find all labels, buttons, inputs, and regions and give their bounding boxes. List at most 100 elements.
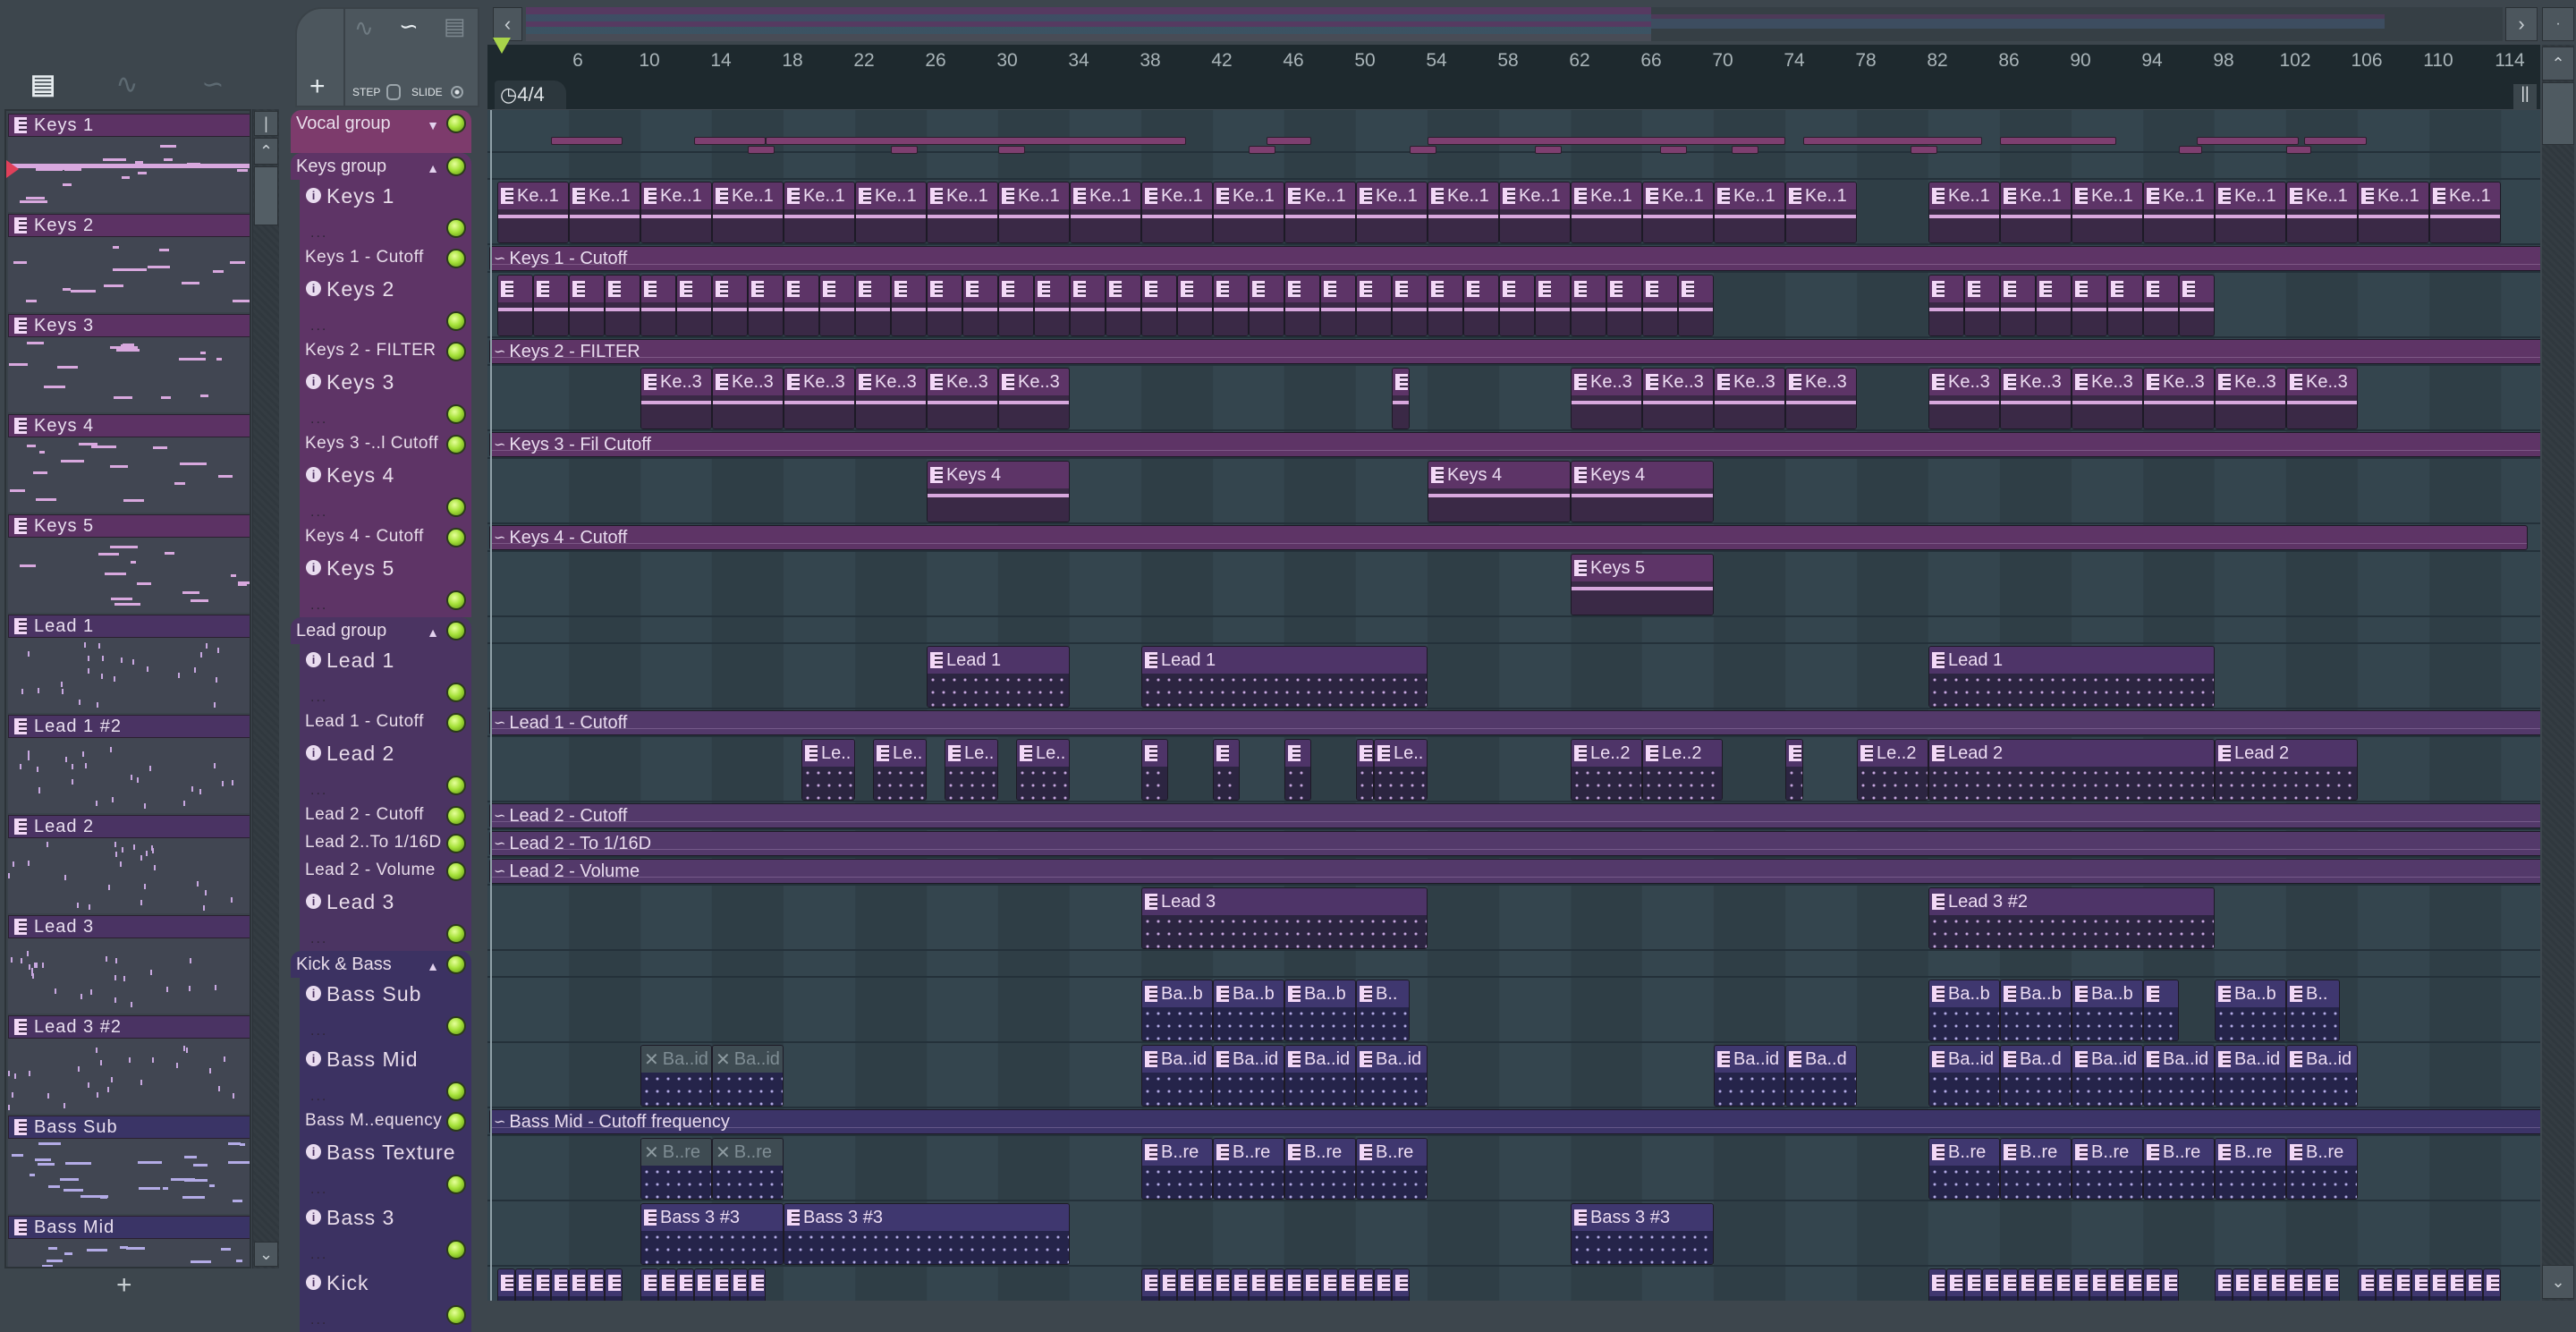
pattern-clip[interactable]: B.. <box>1356 980 1410 1041</box>
pattern-clip[interactable]: Ke..1 <box>998 182 1070 243</box>
scroll-left-button[interactable]: ‹ <box>493 7 522 41</box>
track-info-icon[interactable]: i <box>306 652 321 667</box>
pattern-clip[interactable] <box>1356 1268 1374 1301</box>
pattern-clip[interactable]: Lead 2 <box>1928 739 2215 801</box>
pattern-clip[interactable]: Ba..b <box>2215 980 2286 1041</box>
track-menu-dots[interactable]: ... <box>310 1247 327 1263</box>
pattern-clip[interactable] <box>998 275 1034 336</box>
pattern-clip[interactable]: B..re <box>1141 1138 1213 1200</box>
pattern-clip[interactable] <box>1785 739 1803 801</box>
automation-clip[interactable]: ∽ Keys 4 - Cutoff <box>489 525 2528 550</box>
pattern-clip[interactable] <box>640 275 676 336</box>
scroll-down-button[interactable]: ⌄ <box>2542 1265 2574 1299</box>
pattern-clip[interactable]: Ba..id <box>1714 1045 1785 1107</box>
track-info-icon[interactable]: i <box>306 986 321 1001</box>
pattern-clip[interactable]: Ke..3 <box>2143 368 2215 429</box>
mini-clip[interactable] <box>2000 137 2116 145</box>
track-info-icon[interactable]: i <box>306 560 321 575</box>
pattern-clip[interactable] <box>2143 980 2179 1041</box>
pattern-clip[interactable]: Ba..id <box>2286 1045 2358 1107</box>
pattern-clip[interactable] <box>1392 275 1428 336</box>
pattern-clip[interactable]: B..re <box>2215 1138 2286 1200</box>
pattern-clip[interactable]: Le.. <box>873 739 927 801</box>
track-menu-dots[interactable]: ... <box>310 598 327 614</box>
pattern-clip[interactable]: ✕ B..re <box>712 1138 784 1200</box>
mini-clip[interactable] <box>1428 137 1785 145</box>
track-header[interactable]: i Lead 3... <box>300 886 471 951</box>
track-info-icon[interactable]: i <box>306 1275 321 1290</box>
track-info-icon[interactable]: i <box>306 1209 321 1225</box>
pattern-clip[interactable]: Ke..1 <box>640 182 712 243</box>
pattern-clip[interactable] <box>2143 1268 2161 1301</box>
track-header[interactable]: Lead 2 - Cutoff <box>300 802 471 830</box>
track-lane[interactable]: ∽ Keys 4 - Cutoff <box>487 524 2540 552</box>
track-lane[interactable]: Bass 3 #3 Bass 3 #3 Bass 3 #3 <box>487 1201 2540 1267</box>
scroll-up-button[interactable]: ⌃ <box>2542 47 2574 81</box>
pattern-clip[interactable]: Keys 4 <box>927 461 1070 522</box>
pattern-clip[interactable] <box>1267 1268 1284 1301</box>
pattern-clip[interactable]: B..re <box>2286 1138 2358 1200</box>
pattern-clip[interactable] <box>1320 1268 1338 1301</box>
pattern-clip[interactable] <box>2000 275 2036 336</box>
pattern-clip[interactable]: Ke..1 <box>855 182 927 243</box>
pattern-clip[interactable] <box>1338 1268 1356 1301</box>
track-header[interactable]: Kick & Bass ▲ <box>291 951 471 978</box>
pattern-clip[interactable] <box>2179 275 2215 336</box>
pattern-clip[interactable]: B..re <box>1356 1138 1428 1200</box>
track-lane[interactable]: Keys 4 Keys 4 Keys 4 <box>487 459 2540 524</box>
pattern-clip[interactable] <box>533 1268 551 1301</box>
pattern-clip[interactable] <box>2233 1268 2250 1301</box>
pattern-clip[interactable]: Ba..id <box>1356 1045 1428 1107</box>
track-lane[interactable]: Le.. Le.. Le.. Le.. Le.. Le..2 Le..2 Le..2 Lead … <box>487 737 2540 802</box>
picker-scroll-down[interactable]: ⌄ <box>254 1242 278 1267</box>
track-header[interactable]: Vocal group ▼ <box>291 110 471 153</box>
track-lane[interactable] <box>487 1267 2540 1301</box>
track-mute-led[interactable] <box>446 249 466 268</box>
pattern-clip[interactable]: B..re <box>1213 1138 1284 1200</box>
automation-clip[interactable]: ∽ Keys 1 - Cutoff <box>489 246 2540 271</box>
track-header[interactable]: i Bass 3... <box>300 1201 471 1267</box>
pattern-clip[interactable]: Ke..1 <box>1070 182 1141 243</box>
pattern-clip[interactable] <box>1642 275 1678 336</box>
track-lane[interactable]: ∽ Lead 1 - Cutoff <box>487 709 2540 737</box>
pattern-clip[interactable] <box>891 275 927 336</box>
track-lane[interactable] <box>487 153 2540 180</box>
pattern-clip[interactable]: Ke..3 <box>1785 368 1857 429</box>
pattern-clip[interactable] <box>1284 275 1320 336</box>
pattern-clip[interactable]: Lead 1 <box>1141 646 1428 708</box>
pattern-clip[interactable] <box>497 275 533 336</box>
picker-item-header[interactable]: Lead 3 <box>8 915 250 938</box>
pattern-clip[interactable] <box>1070 275 1106 336</box>
pattern-clip[interactable] <box>1177 1268 1195 1301</box>
collapse-down-icon[interactable]: ▼ <box>427 118 439 132</box>
picker-item-header[interactable]: Lead 1 <box>8 615 250 638</box>
pattern-clip[interactable] <box>1463 275 1499 336</box>
track-lane[interactable]: Lead 3 Lead 3 #2 <box>487 886 2540 951</box>
vertical-scrollbar[interactable]: ⌃ ⌄ <box>2542 45 2574 1301</box>
pattern-clip[interactable]: Ba..id <box>1141 1045 1213 1107</box>
pattern-clip[interactable]: Ke..1 <box>784 182 855 243</box>
pattern-clip[interactable] <box>1302 1268 1320 1301</box>
pattern-clip[interactable] <box>1928 275 1964 336</box>
pattern-clip[interactable] <box>2143 275 2179 336</box>
track-lane[interactable]: ∽ Keys 3 - Fil Cutoff <box>487 431 2540 459</box>
track-info-icon[interactable]: i <box>306 281 321 296</box>
track-lane[interactable]: ✕ B..re ✕ B..re B..re B..re B..re B..re B..re B..… <box>487 1136 2540 1201</box>
pattern-clip[interactable]: Ke..1 <box>497 182 569 243</box>
track-menu-dots[interactable]: ... <box>310 1023 327 1039</box>
pattern-clip[interactable] <box>694 1268 712 1301</box>
track-header[interactable]: i Kick... <box>300 1267 471 1332</box>
pattern-clip[interactable] <box>2268 1268 2286 1301</box>
picker-scrollbar[interactable]: | ⌃ ⌄ <box>252 109 279 1268</box>
pattern-clip[interactable] <box>730 1268 748 1301</box>
picker-item-header[interactable]: Bass Sub <box>8 1116 250 1139</box>
pattern-clip[interactable] <box>2358 1268 2376 1301</box>
pattern-clip[interactable] <box>2322 1268 2340 1301</box>
pattern-clip[interactable]: Ke..3 <box>855 368 927 429</box>
pattern-clip[interactable] <box>1928 1268 1946 1301</box>
pattern-clip[interactable] <box>2250 1268 2268 1301</box>
pattern-clip[interactable]: Lead 3 <box>1141 887 1428 949</box>
pattern-clip[interactable] <box>1249 1268 1267 1301</box>
track-lane[interactable]: Ke..1 Ke..1 Ke..1 Ke..1 Ke..1 Ke..1 Ke..1 Ke..1… <box>487 180 2540 245</box>
track-mute-led[interactable] <box>446 311 466 331</box>
